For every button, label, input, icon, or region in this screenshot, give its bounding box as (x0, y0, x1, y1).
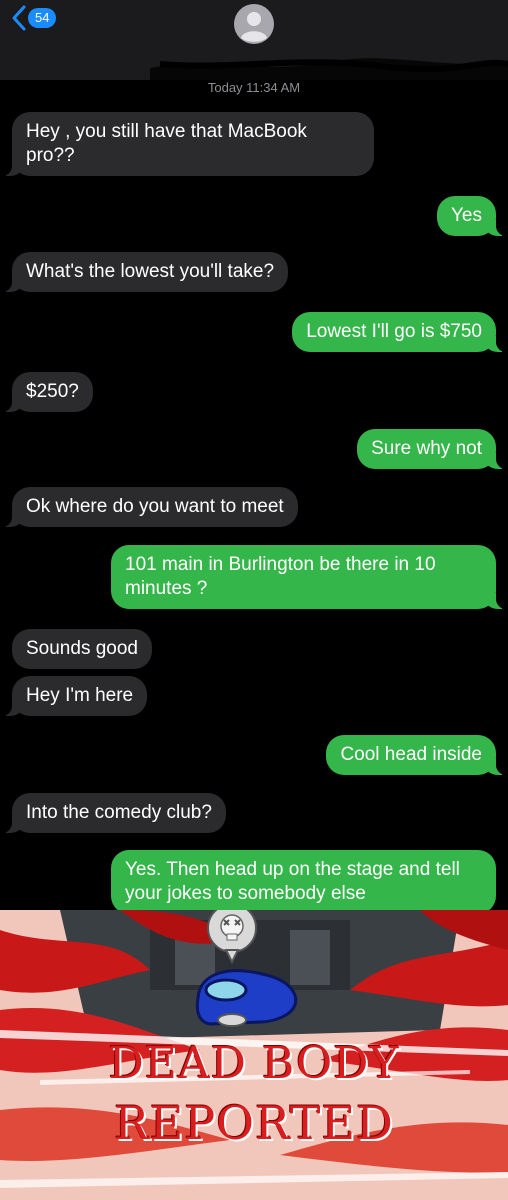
conversation-header: 54 (0, 0, 508, 80)
message-outgoing[interactable]: Sure why not (357, 429, 506, 469)
message-outgoing[interactable]: 101 main in Burlington be there in 10 mi… (111, 545, 506, 609)
message-incoming[interactable]: What's the lowest you'll take? (1, 252, 289, 292)
message-outgoing[interactable]: Yes (437, 196, 506, 236)
message-timestamp: Today 11:34 AM (207, 80, 301, 95)
message-incoming[interactable]: Ok where do you want to meet (2, 487, 298, 527)
message-incoming[interactable]: Hey , you still have that MacBook pro?? (2, 112, 374, 176)
contact-avatar[interactable] (230, 2, 278, 46)
redaction-scribble (150, 58, 508, 80)
message-incoming[interactable]: Hey I'm here (1, 676, 148, 716)
message-outgoing[interactable]: Cool head inside (326, 735, 506, 775)
dead-body-text: DEAD BODY (108, 1038, 400, 1089)
message-incoming[interactable]: $250? (2, 372, 93, 412)
back-button[interactable]: 54 (8, 4, 57, 32)
reported-text: REPORTED (114, 1096, 394, 1150)
message-incoming[interactable]: Sounds good (12, 629, 152, 669)
unread-count-badge: 54 (28, 8, 57, 28)
message-outgoing[interactable]: Lowest I'll go is $750 (292, 312, 506, 352)
dead-body-reported-image: DEAD BODY REPORTED (0, 910, 508, 1200)
message-incoming[interactable]: Into the comedy club? (2, 793, 226, 833)
message-outgoing[interactable]: Yes. Then head up on the stage and tell … (111, 850, 496, 914)
